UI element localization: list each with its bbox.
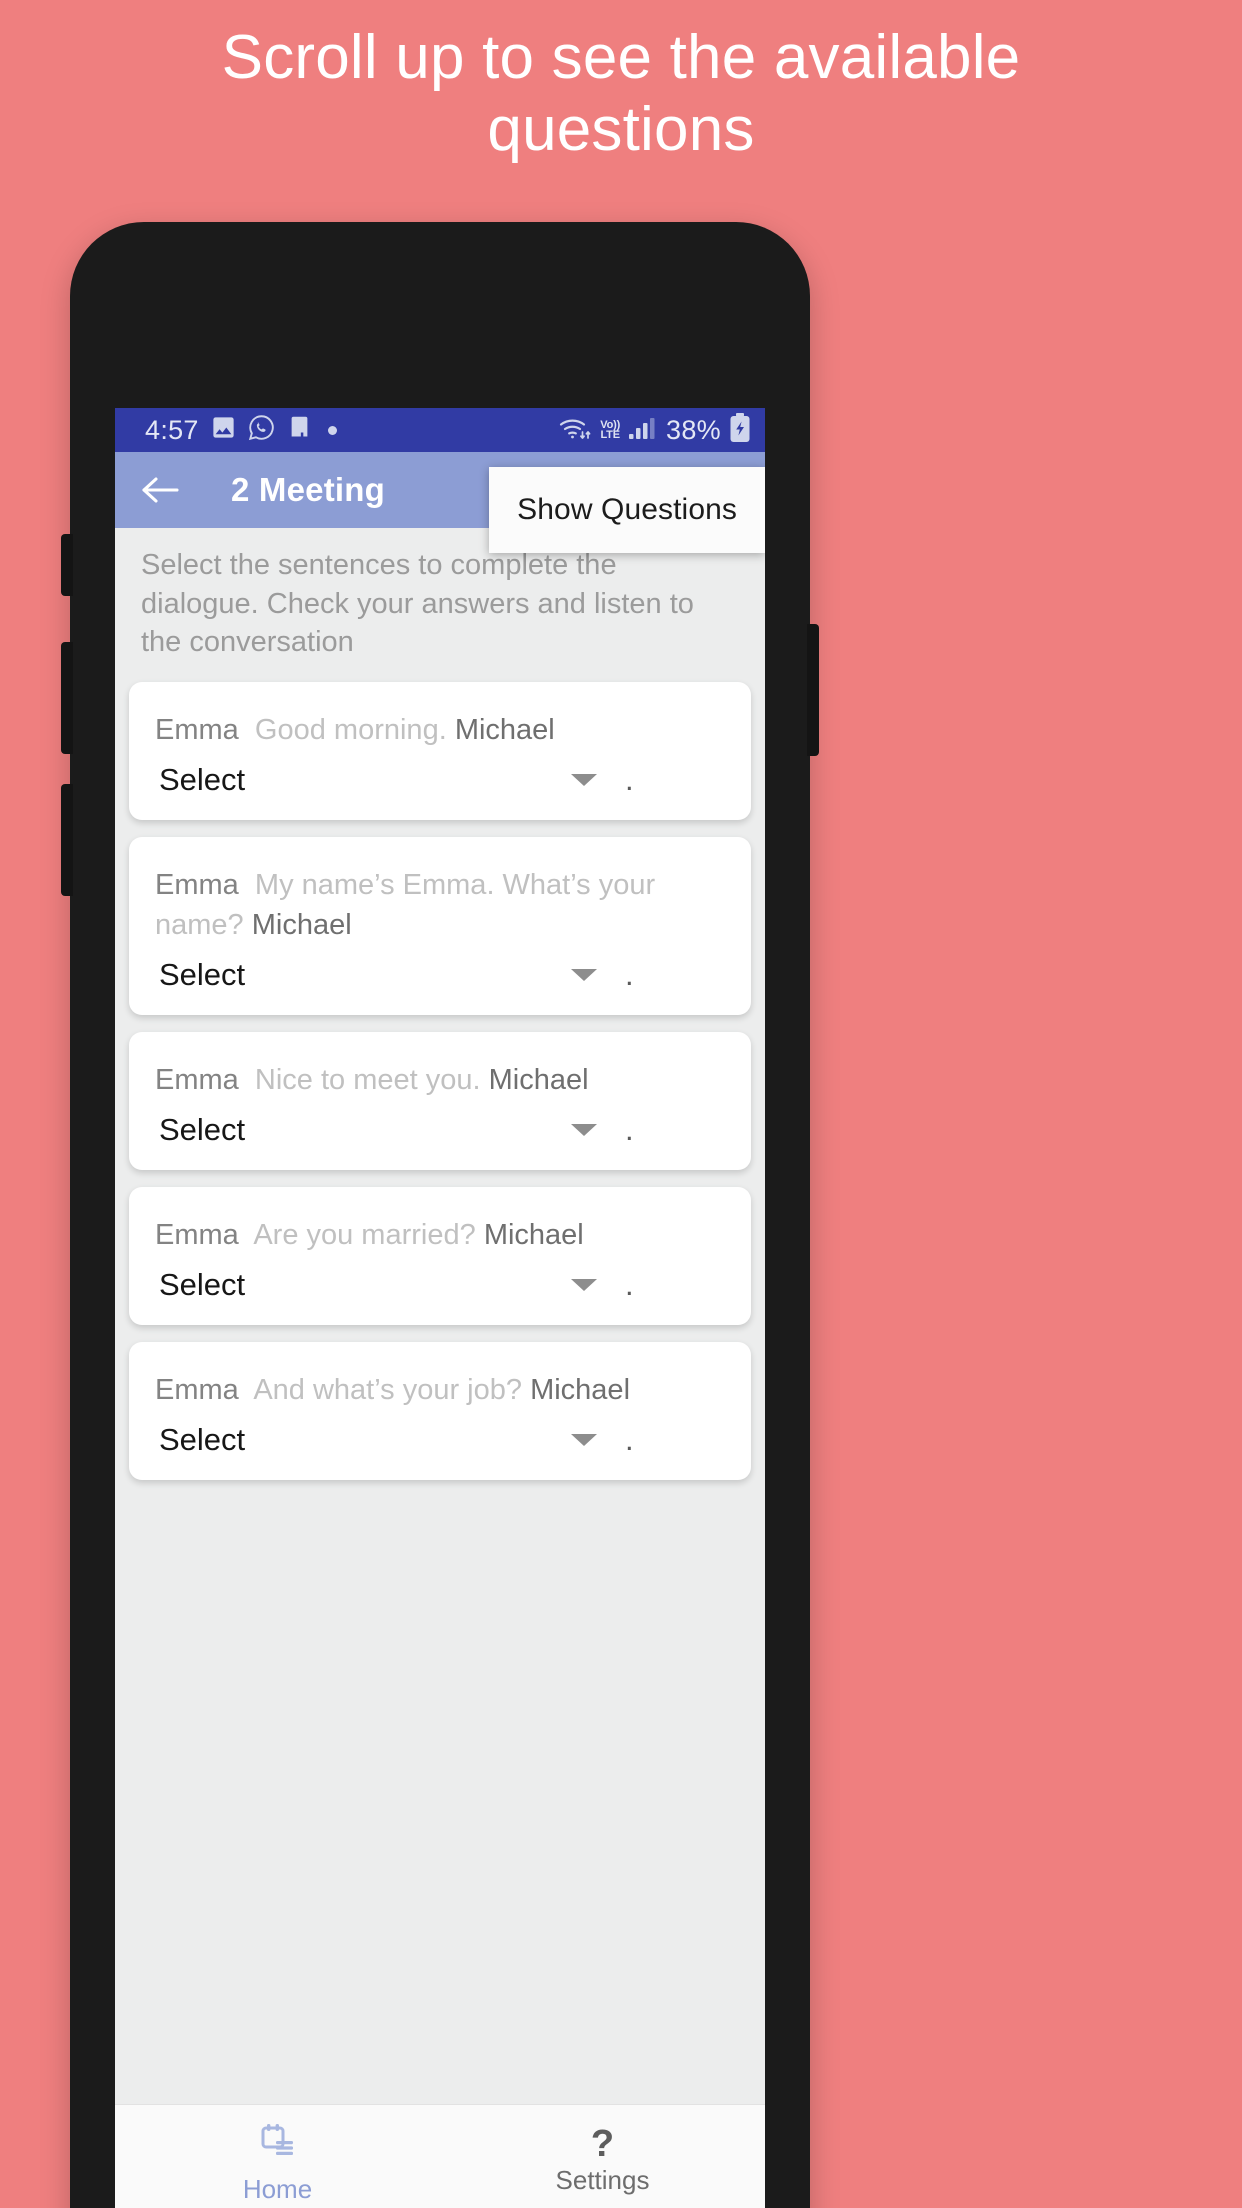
speaker-a-label: Emma (155, 1373, 239, 1406)
promo-headline: Scroll up to see the available questions (221, 23, 1021, 164)
chevron-down-icon (571, 1433, 597, 1446)
status-bar: 4:57 Vo)) LTE 38% (115, 408, 765, 452)
phone-button-mute (61, 534, 73, 596)
trailing-period: . (625, 956, 634, 992)
signal-bars-icon (628, 415, 658, 446)
dot-icon (327, 425, 337, 435)
answer-dropdown[interactable]: Select (155, 957, 597, 993)
calendar-list-icon (257, 2121, 299, 2168)
answer-row: Select . (155, 762, 725, 798)
speaker-b-label: Michael (454, 713, 555, 746)
chevron-down-icon (571, 773, 597, 786)
speaker-b-label: Michael (488, 1063, 589, 1096)
status-bar-clock: 4:57 (145, 414, 199, 445)
answer-row: Select . (155, 1422, 725, 1458)
answer-row: Select . (155, 957, 725, 993)
answer-dropdown-value: Select (159, 956, 246, 992)
phone-button-volume-up (61, 642, 73, 754)
dialogue-sentence: Good morning. (254, 713, 447, 746)
overflow-menu-popup: Show Questions (489, 467, 765, 553)
nav-item-settings[interactable]: ? Settings (440, 2105, 765, 2208)
trailing-period: . (625, 1266, 634, 1302)
volte-icon: Vo)) LTE (600, 420, 620, 441)
chevron-down-icon (571, 1123, 597, 1136)
answer-row: Select . (155, 1112, 725, 1148)
trailing-period: . (625, 1111, 634, 1147)
answer-dropdown-value: Select (159, 1111, 246, 1147)
dialogue-sentence: Are you married? (253, 1218, 476, 1251)
status-bar-right: Vo)) LTE 38% (558, 412, 751, 448)
nav-item-settings-label: Settings (555, 2165, 650, 2195)
battery-charging-icon (729, 412, 751, 448)
dialogue-line: Emma Nice to meet you. Michael (155, 1060, 725, 1100)
speaker-a-label: Emma (155, 1218, 239, 1251)
page-title: 2 Meeting (231, 471, 385, 508)
answer-dropdown-value: Select (159, 761, 246, 797)
answer-row: Select . (155, 1267, 725, 1303)
dialogue-line: Emma Good morning. Michael (155, 710, 725, 750)
answer-dropdown[interactable]: Select (155, 1112, 597, 1148)
answer-dropdown[interactable]: Select (155, 762, 597, 798)
app-notification-icon (286, 414, 313, 446)
trailing-period: . (625, 761, 634, 797)
speaker-b-label: Michael (483, 1218, 584, 1251)
wifi-icon (558, 414, 592, 447)
image-icon (210, 414, 237, 446)
answer-dropdown-value: Select (159, 1421, 246, 1457)
answer-dropdown-value: Select (159, 1266, 246, 1302)
dialogue-line: Emma Are you married? Michael (155, 1215, 725, 1255)
whatsapp-icon (248, 414, 275, 446)
phone-mockup: 4:57 Vo)) LTE 38% 2 Meeting Show Questio… (61, 222, 819, 2208)
dialogue-line: Emma My name’s Emma. What’s your name? M… (155, 865, 725, 945)
speaker-a-label: Emma (155, 868, 239, 901)
dialogue-sentence: And what’s your job? (253, 1373, 523, 1406)
dialogue-card[interactable]: Emma Are you married? Michael Select . (129, 1186, 751, 1325)
phone-button-volume-down (61, 784, 73, 896)
speaker-a-label: Emma (155, 713, 239, 746)
dialogue-sentence: Nice to meet you. (254, 1063, 481, 1096)
answer-dropdown[interactable]: Select (155, 1267, 597, 1303)
speaker-a-label: Emma (155, 1063, 239, 1096)
speaker-b-label: Michael (530, 1373, 631, 1406)
trailing-period: . (625, 1421, 634, 1457)
phone-button-power (807, 624, 819, 756)
nav-item-home[interactable]: Home (115, 2105, 440, 2208)
phone-screen: 4:57 Vo)) LTE 38% 2 Meeting Show Questio… (115, 408, 765, 2208)
chevron-down-icon (571, 1278, 597, 1291)
speaker-b-label: Michael (251, 908, 352, 941)
dialogue-card[interactable]: Emma My name’s Emma. What’s your name? M… (129, 836, 751, 1015)
battery-percent-label: 38% (666, 414, 721, 445)
chevron-down-icon (571, 968, 597, 981)
back-arrow-icon[interactable] (137, 467, 183, 513)
status-bar-left: 4:57 (145, 414, 337, 446)
volte-label-bottom: LTE (600, 429, 620, 441)
dialogue-card[interactable]: Emma Nice to meet you. Michael Select . (129, 1031, 751, 1170)
nav-item-home-label: Home (242, 2173, 313, 2204)
bottom-navigation-bar: Home ? Settings (115, 2104, 765, 2208)
dialogue-card-list: Emma Good morning. Michael Select . Emma… (115, 678, 765, 1480)
question-mark-icon: ? (590, 2123, 615, 2165)
answer-dropdown[interactable]: Select (155, 1422, 597, 1458)
dialogue-line: Emma And what’s your job? Michael (155, 1370, 725, 1410)
dialogue-card[interactable]: Emma And what’s your job? Michael Select… (129, 1341, 751, 1480)
menu-item-show-questions[interactable]: Show Questions (517, 493, 737, 527)
dialogue-card[interactable]: Emma Good morning. Michael Select . (129, 681, 751, 820)
app-bar: 2 Meeting Show Questions (115, 452, 765, 553)
